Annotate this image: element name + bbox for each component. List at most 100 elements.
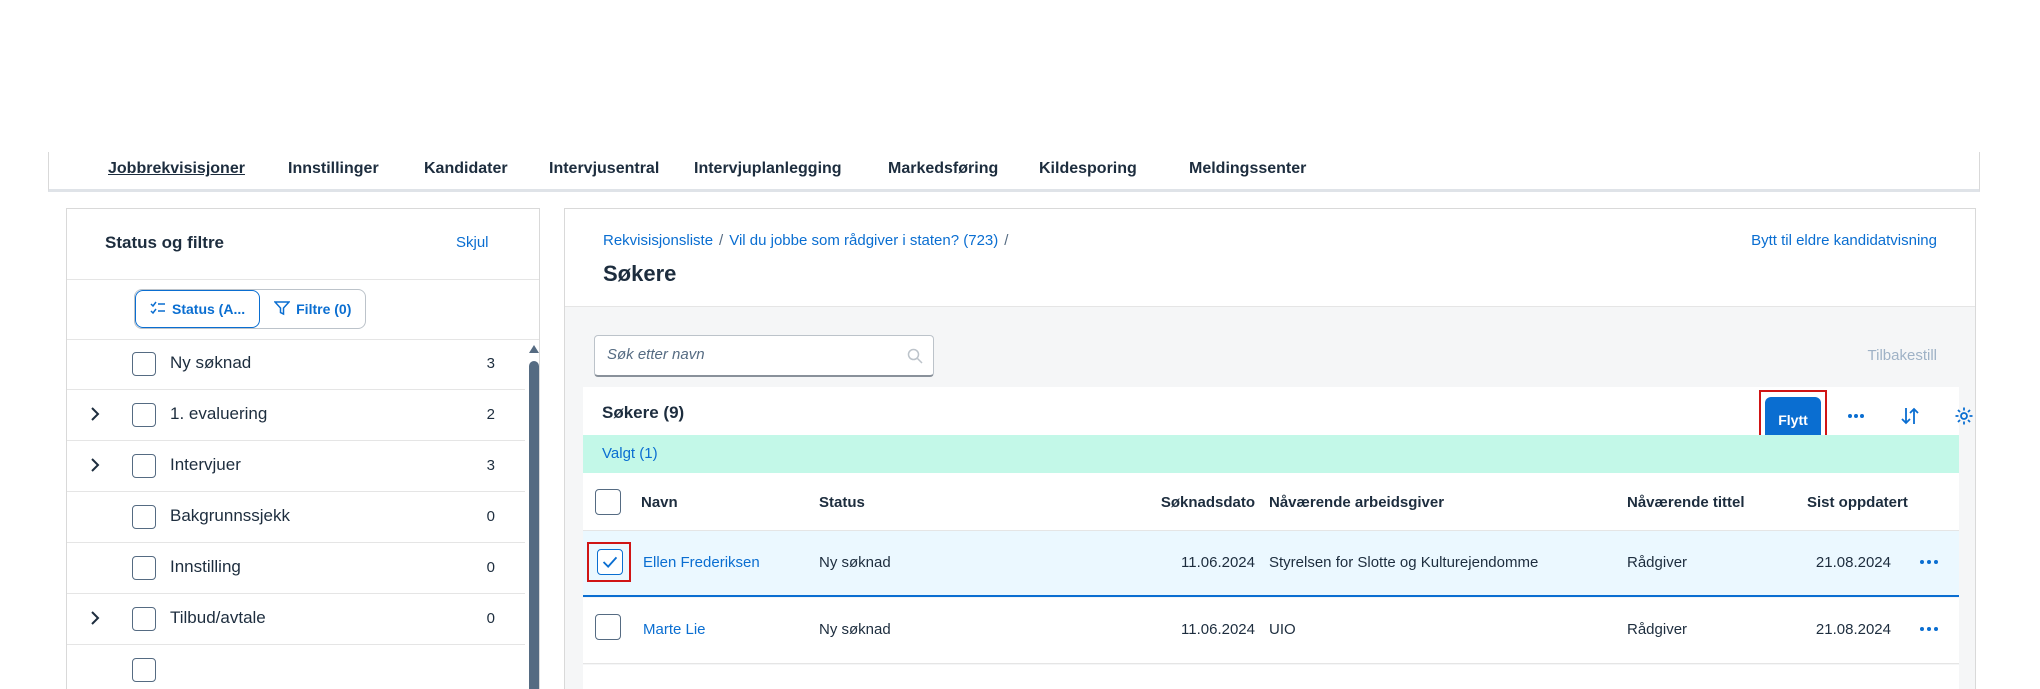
application-date: 11.06.2024 xyxy=(1181,554,1255,571)
page-header: Rekvisisjonsliste / Vil du jobbe som rådgi… xyxy=(565,209,1975,307)
status-count: 0 xyxy=(486,508,495,525)
applicant-status: Ny søknad xyxy=(819,621,891,638)
current-job-title: Rådgiver xyxy=(1627,621,1688,638)
breadcrumb-separator: / xyxy=(719,232,724,249)
filters-segment-label: Filtre (0) xyxy=(296,301,352,317)
settings-gear-icon[interactable] xyxy=(1953,405,1975,427)
status-checkbox[interactable] xyxy=(132,403,156,427)
row-more-options-icon[interactable] xyxy=(1917,618,1941,640)
table-row[interactable]: Marte Lie Ny søknad 11.06.2024 UIO Rådgi… xyxy=(583,598,1959,664)
column-header-job-title[interactable]: Nåværende tittel xyxy=(1627,494,1745,511)
status-label: Intervjuer xyxy=(170,455,241,474)
filters-segment-button[interactable]: Filtre (0) xyxy=(260,290,365,328)
applicants-panel: Rekvisisjonsliste / Vil du jobbe som rådgi… xyxy=(564,208,1976,689)
filter-segmented-control: Status (A... Filtre (0) xyxy=(134,289,367,329)
status-row-1-evaluering: 1. evaluering 2 xyxy=(67,390,525,441)
select-all-checkbox[interactable] xyxy=(595,489,621,515)
status-row-bakgrunnssjekk: Bakgrunnssjekk 0 xyxy=(67,492,525,543)
status-checkbox[interactable] xyxy=(132,658,156,682)
table-row[interactable] xyxy=(583,665,1959,689)
funnel-icon xyxy=(273,300,291,319)
table-header: Navn Status Søknadsdato Nåværende arbeid… xyxy=(583,473,1959,531)
checkmark-icon xyxy=(602,556,618,568)
status-row-tilbud-avtale: Tilbud/avtale 0 xyxy=(67,594,525,645)
tab-innstillinger[interactable]: Innstillinger xyxy=(288,160,379,178)
applicant-status: Ny søknad xyxy=(819,554,891,571)
tab-kildesporing[interactable]: Kildesporing xyxy=(1039,160,1137,178)
status-label: Tilbud/avtale xyxy=(170,608,266,627)
reset-button[interactable]: Tilbakestill xyxy=(1868,347,1937,364)
table-title: Søkere (9) xyxy=(602,403,685,422)
breadcrumb: Rekvisisjonsliste / Vil du jobbe som rådgi… xyxy=(603,232,1014,249)
search-icon[interactable] xyxy=(907,348,923,364)
status-list: Ny søknad 3 1. evaluering 2 Intervjuer 3 xyxy=(67,339,525,689)
app-root: Jobbrekvisisjoner Innstillinger Kandidat… xyxy=(0,0,2040,689)
row-checkbox-checked[interactable] xyxy=(597,549,623,575)
status-row-innstilling: Innstilling 0 xyxy=(67,543,525,594)
search-field[interactable] xyxy=(594,335,934,377)
status-label: Ny søknad xyxy=(170,353,252,372)
scrollbar-thumb[interactable] xyxy=(529,361,539,689)
status-row-ny-soknad: Ny søknad 3 xyxy=(67,339,525,390)
scroll-up-icon[interactable] xyxy=(529,345,539,353)
status-count: 3 xyxy=(486,457,495,474)
filter-panel-title: Status og filtre xyxy=(105,233,225,252)
legacy-candidate-view-link[interactable]: Bytt til eldre kandidatvisning xyxy=(1751,232,1937,249)
sort-icon[interactable] xyxy=(1899,405,1921,427)
breadcrumb-requisition-list[interactable]: Rekvisisjonsliste xyxy=(603,232,713,249)
status-count: 3 xyxy=(486,355,495,372)
status-checkbox[interactable] xyxy=(132,556,156,580)
chevron-right-icon[interactable] xyxy=(87,406,103,422)
page-title: Søkere xyxy=(603,261,677,286)
status-segment-button[interactable]: Status (A... xyxy=(135,290,261,328)
top-navigation: Jobbrekvisisjoner Innstillinger Kandidat… xyxy=(48,152,1980,192)
breadcrumb-requisition[interactable]: Vil du jobbe som rådgiver i staten? (723… xyxy=(729,232,998,249)
last-updated: 21.08.2024 xyxy=(1815,621,1891,638)
column-header-application-date[interactable]: Søknadsdato xyxy=(1125,494,1255,511)
current-employer: Styrelsen for Slotte og Kulturejendomme xyxy=(1269,554,1539,571)
status-filter-panel: Status og filtre Skjul Status (A... Filt… xyxy=(66,208,540,689)
applicant-name-link[interactable]: Ellen Frederiksen xyxy=(643,554,760,571)
selected-count-bar: Valgt (1) xyxy=(583,435,1959,473)
tab-markedsforing[interactable]: Markedsføring xyxy=(888,160,998,178)
hide-panel-link[interactable]: Skjul xyxy=(456,234,489,251)
row-checkbox-highlight xyxy=(587,542,631,582)
column-header-employer[interactable]: Nåværende arbeidsgiver xyxy=(1269,494,1444,511)
status-list-scrollbar[interactable] xyxy=(529,345,539,689)
status-label: 1. evaluering xyxy=(170,404,268,423)
status-checkbox[interactable] xyxy=(132,352,156,376)
status-row-partial xyxy=(67,645,525,689)
breadcrumb-separator: / xyxy=(1004,232,1009,249)
last-updated: 21.08.2024 xyxy=(1815,554,1891,571)
status-checkbox[interactable] xyxy=(132,454,156,478)
status-segment-label: Status (A... xyxy=(172,301,246,317)
column-header-status[interactable]: Status xyxy=(819,494,865,511)
tab-jobbrekvisisjoner[interactable]: Jobbrekvisisjoner xyxy=(108,160,245,178)
divider xyxy=(67,279,539,280)
status-label: Bakgrunnssjekk xyxy=(170,506,291,525)
row-more-options-icon[interactable] xyxy=(1917,551,1941,573)
status-row-intervjuer: Intervjuer 3 xyxy=(67,441,525,492)
current-job-title: Rådgiver xyxy=(1627,554,1688,571)
tab-meldingssenter[interactable]: Meldingssenter xyxy=(1189,160,1306,178)
column-header-last-updated[interactable]: Sist oppdatert xyxy=(1807,494,1908,511)
status-count: 0 xyxy=(486,559,495,576)
selected-count-label[interactable]: Valgt (1) xyxy=(602,445,658,462)
tab-kandidater[interactable]: Kandidater xyxy=(424,160,508,178)
tab-intervjusentral[interactable]: Intervjusentral xyxy=(549,160,659,178)
search-input[interactable] xyxy=(607,346,887,363)
status-count: 0 xyxy=(486,610,495,627)
status-checkbox[interactable] xyxy=(132,607,156,631)
status-checkbox[interactable] xyxy=(132,505,156,529)
applicant-name-link[interactable]: Marte Lie xyxy=(643,621,706,638)
chevron-right-icon[interactable] xyxy=(87,610,103,626)
application-date: 11.06.2024 xyxy=(1181,621,1255,638)
table-row[interactable]: Ellen Frederiksen Ny søknad 11.06.2024 S… xyxy=(583,531,1959,597)
row-checkbox[interactable] xyxy=(595,614,621,640)
more-options-icon[interactable] xyxy=(1845,405,1867,427)
checklist-icon xyxy=(150,300,166,319)
status-label: Innstilling xyxy=(170,557,241,576)
tab-intervjuplanlegging[interactable]: Intervjuplanlegging xyxy=(694,160,842,178)
chevron-right-icon[interactable] xyxy=(87,457,103,473)
column-header-name[interactable]: Navn xyxy=(641,494,678,511)
